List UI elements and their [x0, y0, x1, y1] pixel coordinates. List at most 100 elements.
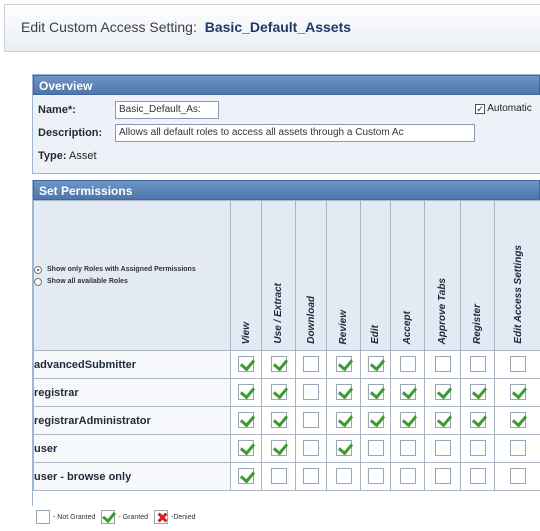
granted-checkbox[interactable] [335, 440, 352, 457]
col-label: Edit Access Settings [512, 245, 524, 344]
not-granted-checkbox[interactable] [434, 356, 451, 373]
permission-cell [360, 462, 391, 491]
name-field[interactable]: Basic_Default_As: [115, 101, 219, 119]
col-review: Review [326, 200, 361, 351]
granted-checkbox[interactable] [238, 468, 254, 485]
permission-cell [460, 350, 495, 379]
permission-cell [230, 350, 262, 379]
radio-button[interactable] [34, 266, 42, 274]
granted-checkbox[interactable] [335, 384, 352, 401]
role-name: registrar [33, 378, 231, 407]
col-accept: Accept [390, 200, 425, 351]
not-granted-checkbox[interactable] [399, 468, 416, 485]
granted-checkbox[interactable] [335, 356, 352, 373]
not-granted-checkbox[interactable] [303, 468, 319, 485]
not-granted-checkbox[interactable] [303, 384, 319, 401]
table-row: registrar [33, 378, 540, 407]
legend-granted: - Granted [101, 510, 148, 524]
col-register: Register [460, 200, 495, 351]
permission-cell [460, 378, 495, 407]
granted-checkbox[interactable] [238, 384, 254, 401]
not-granted-checkbox[interactable] [303, 440, 319, 457]
granted-checkbox[interactable] [399, 412, 416, 429]
not-granted-checkbox[interactable] [303, 356, 319, 373]
not-granted-checkbox[interactable] [303, 412, 319, 429]
not-granted-checkbox[interactable] [469, 468, 486, 485]
page-title-prefix: Edit Custom Access Setting: [21, 19, 197, 35]
empty-checkbox-icon [36, 510, 50, 524]
red-x-icon [154, 510, 168, 524]
permission-cell [390, 462, 425, 491]
permission-cell [295, 350, 327, 379]
role-name: registrarAdministrator [33, 406, 231, 435]
description-field[interactable]: Allows all default roles to access all a… [115, 124, 475, 142]
granted-checkbox[interactable] [367, 412, 384, 429]
legend-denied: -Denied [154, 510, 196, 524]
radio-label: Show only Roles with Assigned Permission… [47, 266, 196, 273]
permission-cell [360, 378, 391, 407]
table-row: user [33, 434, 540, 463]
radio-button[interactable] [34, 278, 42, 286]
granted-checkbox[interactable] [399, 384, 416, 401]
granted-checkbox[interactable] [270, 412, 287, 429]
granted-checkbox[interactable] [510, 412, 526, 429]
granted-checkbox[interactable] [367, 384, 384, 401]
granted-checkbox[interactable] [238, 356, 254, 373]
granted-checkbox[interactable] [434, 384, 451, 401]
not-granted-checkbox[interactable] [434, 468, 451, 485]
legend-label: - Granted [118, 513, 148, 521]
radio-show-all[interactable]: Show all available Roles [34, 277, 230, 286]
not-granted-checkbox[interactable] [367, 468, 384, 485]
granted-checkbox[interactable] [270, 356, 287, 373]
radio-label: Show all available Roles [47, 278, 128, 285]
granted-checkbox[interactable] [367, 356, 384, 373]
not-granted-checkbox[interactable] [335, 468, 352, 485]
role-name: user - browse only [33, 462, 231, 491]
permission-cell [326, 378, 361, 407]
legend: - Not Granted - Granted -Denied [36, 510, 202, 524]
automatic-label: Automatic [487, 103, 532, 114]
granted-checkbox[interactable] [434, 412, 451, 429]
not-granted-checkbox[interactable] [469, 440, 486, 457]
granted-checkbox[interactable] [335, 412, 352, 429]
role-filter: Show only Roles with Assigned Permission… [33, 200, 231, 351]
page-title-bar: Edit Custom Access Setting: Basic_Defaul… [4, 4, 540, 52]
permissions-body: advancedSubmitter registrar registrarAdmin… [33, 350, 540, 491]
overview-panel: Overview Name*: Basic_Default_As: ✓ Auto… [32, 74, 540, 174]
automatic-check-box[interactable]: ✓ [475, 104, 485, 114]
permission-cell [230, 406, 262, 435]
col-label: Accept [402, 310, 413, 344]
not-granted-checkbox[interactable] [399, 356, 416, 373]
permission-cell [230, 378, 262, 407]
automatic-checkbox[interactable]: ✓ Automatic [475, 103, 532, 114]
not-granted-checkbox[interactable] [270, 468, 287, 485]
table-row: advancedSubmitter [33, 350, 540, 379]
granted-checkbox[interactable] [469, 412, 486, 429]
permission-cell [295, 378, 327, 407]
col-label: Review [338, 309, 349, 344]
col-view: View [230, 200, 262, 351]
permission-cell [261, 434, 296, 463]
not-granted-checkbox[interactable] [367, 440, 384, 457]
granted-checkbox[interactable] [238, 412, 254, 429]
permission-cell [230, 462, 262, 491]
permission-cell [261, 378, 296, 407]
legend-label: -Denied [171, 513, 196, 521]
granted-checkbox[interactable] [270, 440, 287, 457]
not-granted-checkbox[interactable] [434, 440, 451, 457]
granted-checkbox[interactable] [238, 440, 254, 457]
not-granted-checkbox[interactable] [510, 356, 526, 373]
radio-show-assigned[interactable]: Show only Roles with Assigned Permission… [34, 265, 230, 274]
col-label: Approve Tabs [437, 277, 448, 344]
not-granted-checkbox[interactable] [510, 440, 526, 457]
granted-checkbox[interactable] [469, 384, 486, 401]
granted-checkbox[interactable] [510, 384, 526, 401]
permission-cell [424, 406, 461, 435]
permission-cell [295, 462, 327, 491]
permission-cell [460, 462, 495, 491]
not-granted-checkbox[interactable] [469, 356, 486, 373]
col-label: Edit [370, 325, 381, 344]
not-granted-checkbox[interactable] [510, 468, 526, 485]
granted-checkbox[interactable] [270, 384, 287, 401]
not-granted-checkbox[interactable] [399, 440, 416, 457]
